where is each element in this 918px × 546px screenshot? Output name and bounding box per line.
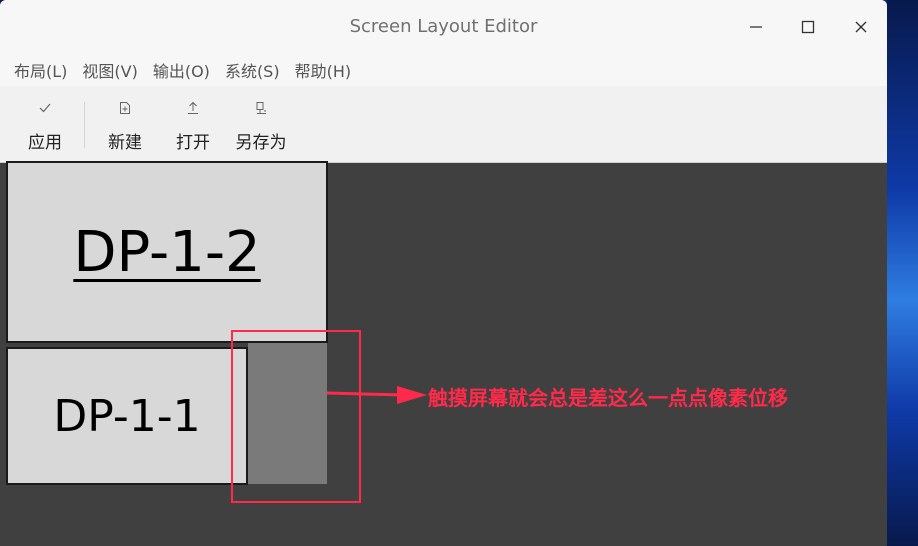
menu-output[interactable]: 输出(O) [153,58,210,82]
new-label: 新建 [108,133,142,153]
save-as-button[interactable]: 另存为 [229,98,293,153]
menu-system[interactable]: 系统(S) [225,58,280,82]
maximize-button[interactable] [793,12,823,42]
close-button[interactable] [846,12,876,42]
annotation-highlight-box [231,330,361,503]
apply-button[interactable]: 应用 [13,98,77,153]
save-as-label: 另存为 [235,133,287,153]
app-window: Screen Layout Editor 布局(L) 视图(V) 输出(O) 系… [0,0,887,546]
close-icon [855,21,867,33]
toolbar: 应用 新建 打开 另存为 [0,86,887,163]
menu-layout[interactable]: 布局(L) [14,58,67,82]
toolbar-separator [84,102,85,148]
menu-help[interactable]: 帮助(H) [295,58,352,82]
menu-view[interactable]: 视图(V) [82,58,137,82]
new-button[interactable]: 新建 [93,98,157,153]
new-file-icon [119,98,131,118]
menubar: 布局(L) 视图(V) 输出(O) 系统(S) 帮助(H) [0,54,887,86]
layout-canvas[interactable]: DP-1-2 DP-1-1 触摸屏幕就会总是差这么一点点像素位移 [0,161,887,546]
open-button[interactable]: 打开 [161,98,225,153]
open-label: 打开 [176,133,210,153]
titlebar: Screen Layout Editor [0,0,887,54]
save-as-icon [255,98,267,118]
desktop-background [887,0,918,546]
minimize-button[interactable] [741,12,771,42]
screen-dp-1-2[interactable]: DP-1-2 [6,161,328,343]
checkmark-icon [38,98,52,118]
screen-dp-1-1[interactable]: DP-1-1 [6,347,248,485]
screen-label: DP-1-1 [53,390,201,442]
annotation-text: 触摸屏幕就会总是差这么一点点像素位移 [428,386,788,410]
apply-label: 应用 [28,133,62,153]
maximize-icon [801,20,815,34]
minimize-icon [750,26,762,28]
annotation-arrow-icon [326,386,427,404]
upload-icon [187,98,199,118]
screen-label: DP-1-2 [73,219,261,285]
